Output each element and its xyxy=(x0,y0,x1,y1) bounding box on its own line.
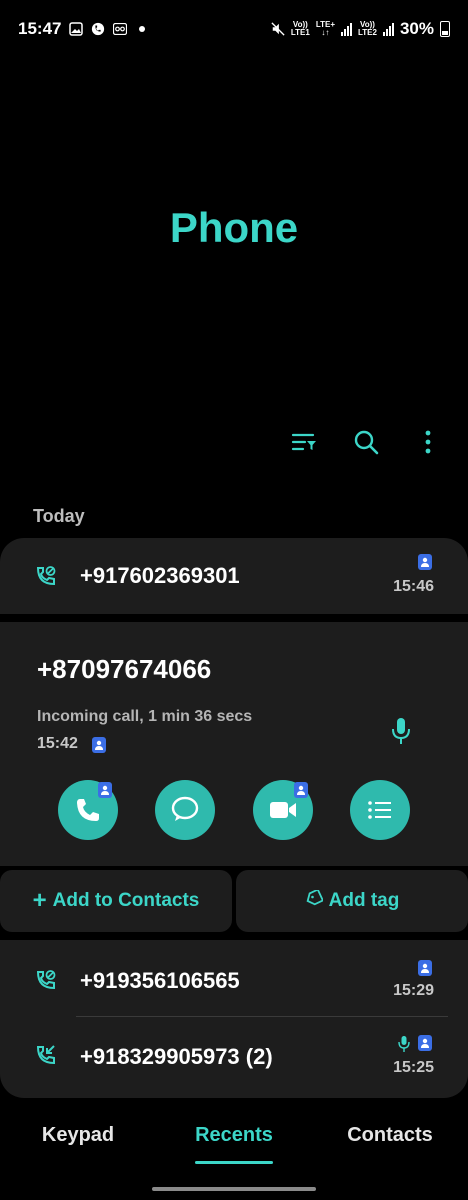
gallery-icon xyxy=(69,22,84,36)
tab-label: Recents xyxy=(195,1124,273,1146)
battery-icon xyxy=(440,21,450,37)
voicemail-icon xyxy=(113,22,128,36)
page-title: Phone xyxy=(169,204,299,251)
tab-label: Keypad xyxy=(41,1124,115,1146)
call-time: 15:25 xyxy=(393,1059,434,1076)
call-time: 15:29 xyxy=(393,982,434,999)
bottom-tab-bar: Keypad Recents Contacts xyxy=(0,1124,468,1164)
status-bar: 15:47 Vo)) LTE1 LTE+ ↓↑ Vo)) LTE2 30% xyxy=(0,0,468,58)
add-to-contacts-button[interactable]: + Add to Contacts xyxy=(0,870,232,932)
call-recording-icon xyxy=(91,22,105,36)
contact-badge-icon xyxy=(418,1035,432,1051)
contact-actions-row: + Add to Contacts Add tag xyxy=(0,870,468,932)
message-button[interactable] xyxy=(155,780,215,840)
tab-keypad[interactable]: Keypad xyxy=(0,1124,156,1164)
expanded-call-time: 15:42 xyxy=(37,735,78,752)
tab-recents[interactable]: Recents xyxy=(156,1124,312,1164)
contact-badge-icon xyxy=(294,782,308,798)
call-recording-mic-icon xyxy=(398,1035,410,1053)
incoming-call-icon xyxy=(34,1043,58,1067)
status-time: 15:47 xyxy=(18,19,62,38)
caller-number: +918329905973 (2) xyxy=(80,1044,273,1069)
contact-badge-icon xyxy=(418,960,432,976)
sim1-lte-label: LTE1 xyxy=(290,28,310,37)
battery-percent: 30% xyxy=(399,19,434,38)
toolbar xyxy=(288,424,444,460)
call-log-item[interactable]: +918329905973 (2) 15:25 xyxy=(0,1017,468,1093)
add-to-contacts-label: Add to Contacts xyxy=(52,890,200,911)
mute-icon xyxy=(271,22,285,36)
call-time: 15:46 xyxy=(393,578,434,595)
caller-number: +919356106565 xyxy=(80,968,240,993)
home-indicator[interactable] xyxy=(152,1187,316,1191)
add-tag-label: Add tag xyxy=(328,890,400,911)
call-description: Incoming call, 1 min 36 secs xyxy=(37,708,253,725)
details-button[interactable] xyxy=(350,780,410,840)
call-rejected-icon xyxy=(34,968,58,992)
tab-label: Contacts xyxy=(347,1124,433,1146)
add-tag-button[interactable]: Add tag xyxy=(236,870,468,932)
sim2-lte-label: LTE2 xyxy=(358,28,377,37)
call-log-item[interactable]: +917602369301 15:46 xyxy=(0,538,468,614)
tab-contacts[interactable]: Contacts xyxy=(312,1124,468,1164)
call-log-group: +919356106565 15:29 +918329905973 (2) 15… xyxy=(0,940,468,1098)
plus-icon: + xyxy=(32,887,47,914)
tag-icon xyxy=(305,888,324,912)
notification-dot-icon xyxy=(135,22,149,36)
section-header-today: Today xyxy=(33,506,85,526)
call-log-item[interactable]: +919356106565 15:29 xyxy=(0,940,468,1016)
filter-icon[interactable] xyxy=(288,424,320,460)
contact-badge-icon xyxy=(92,737,106,753)
contact-badge-icon xyxy=(98,782,112,798)
more-options-icon[interactable] xyxy=(412,424,444,460)
active-tab-indicator xyxy=(195,1161,273,1164)
search-icon[interactable] xyxy=(350,424,382,460)
call-rejected-icon xyxy=(34,564,58,588)
data-arrows-icon: ↓↑ xyxy=(321,28,330,37)
signal-bars-icon xyxy=(382,22,394,36)
caller-number: +917602369301 xyxy=(80,563,240,588)
call-recording-mic-icon[interactable] xyxy=(390,716,412,746)
contact-badge-icon xyxy=(418,554,432,570)
expanded-caller-number[interactable]: +87097674066 xyxy=(37,654,211,685)
signal-bars-icon xyxy=(341,22,352,36)
